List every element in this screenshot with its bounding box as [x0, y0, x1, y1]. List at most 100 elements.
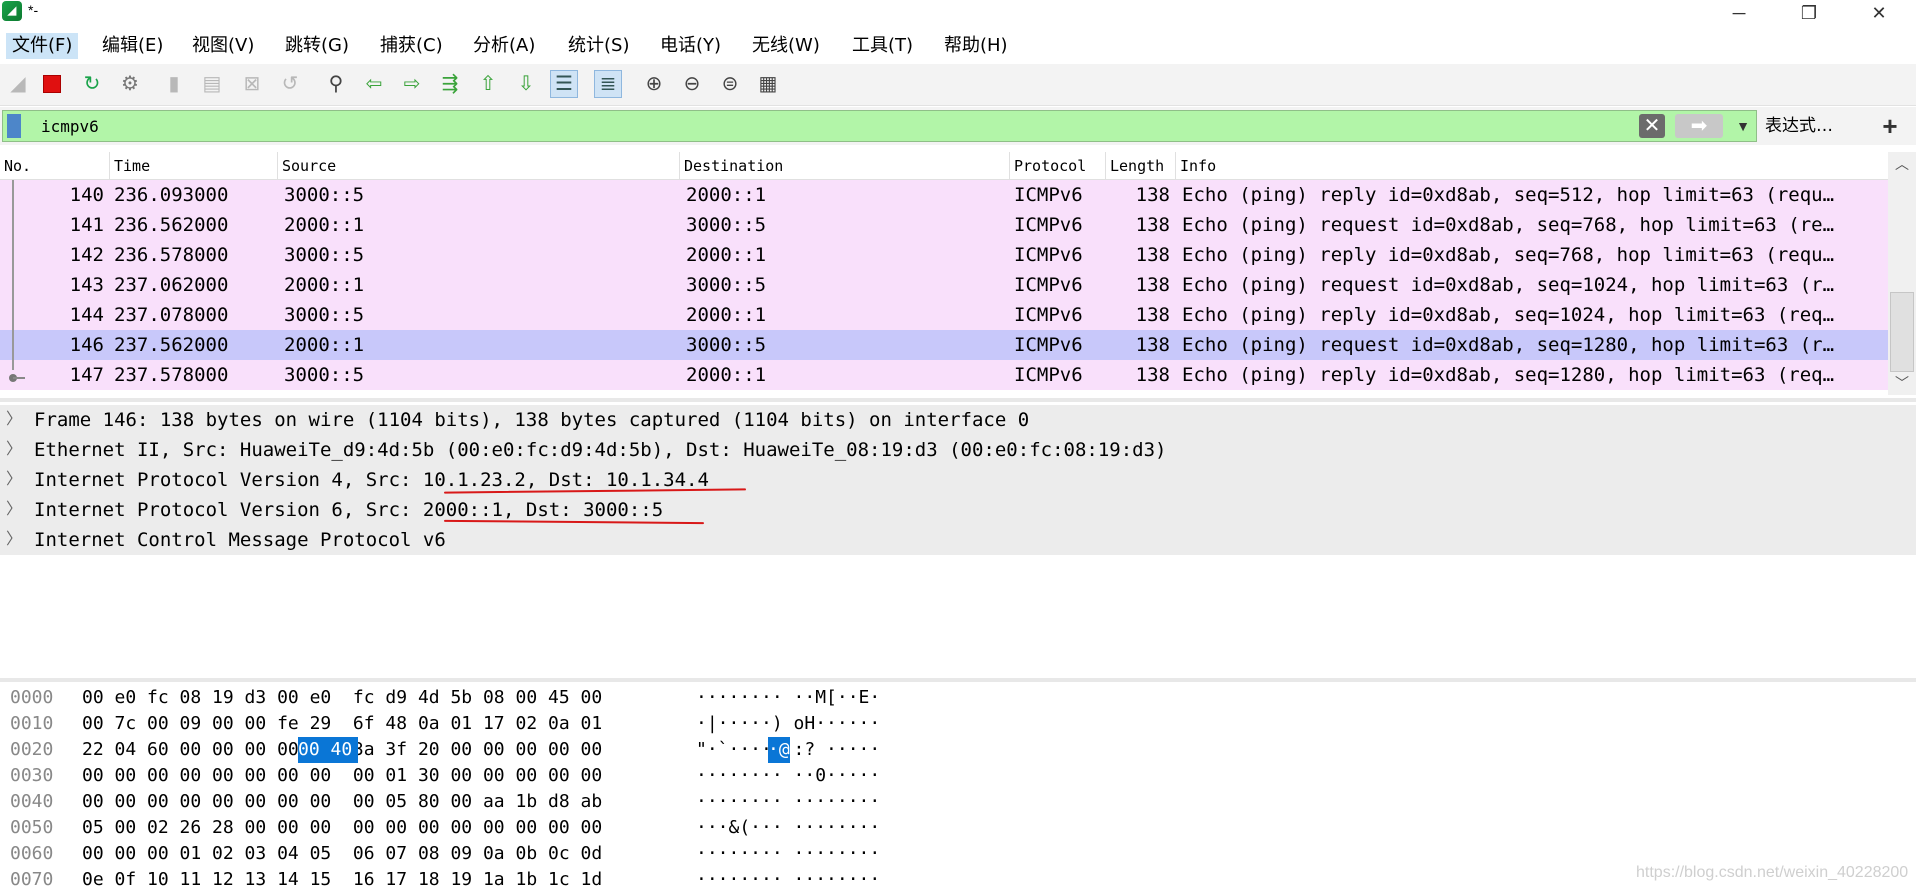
zoom-normal-icon[interactable]: ⊜ [716, 70, 744, 98]
menu-tools[interactable]: 工具(T) [846, 33, 919, 59]
open-file-icon[interactable]: ▮ [160, 70, 188, 98]
go-first-icon[interactable]: ⇧ [474, 70, 502, 98]
hex-offset: 0000 [10, 687, 54, 708]
expand-chevron-icon[interactable]: 〉 [6, 465, 22, 495]
hex-row[interactable]: 0000 00 e0 fc 08 19 d3 00 e0 fc d9 4d 5b… [0, 685, 1916, 711]
menu-statistics[interactable]: 统计(S) [562, 33, 635, 59]
hex-bytes: 05 00 02 26 28 00 00 00 00 00 00 00 00 0… [82, 817, 603, 838]
detail-row-frame[interactable]: 〉 Frame 146: 138 bytes on wire (1104 bit… [0, 405, 1916, 435]
restart-capture-icon[interactable]: ↻ [78, 70, 106, 98]
hex-offset: 0070 [10, 869, 54, 890]
hex-row[interactable]: 0040 00 00 00 00 00 00 00 00 00 05 80 00… [0, 789, 1916, 815]
hex-row[interactable]: 0070 0e 0f 10 11 12 13 14 15 16 17 18 19… [0, 867, 1916, 893]
hex-row[interactable]: 0060 00 00 00 01 02 03 04 05 06 07 08 09… [0, 841, 1916, 867]
detail-row-ipv4[interactable]: 〉 Internet Protocol Version 4, Src: 10.1… [0, 465, 1916, 495]
hex-ascii: ········ ········ [696, 869, 881, 890]
column-header-protocol[interactable]: Protocol [1010, 152, 1106, 180]
column-header-destination[interactable]: Destination [680, 152, 1010, 180]
close-icon[interactable]: ✕ [1856, 0, 1902, 28]
packet-row[interactable]: 142 236.578000 3000::5 2000::1 ICMPv6 13… [0, 240, 1888, 270]
packet-row[interactable]: 141 236.562000 2000::1 3000::5 ICMPv6 13… [0, 210, 1888, 240]
menu-go[interactable]: 跳转(G) [279, 33, 355, 59]
display-filter-input[interactable] [41, 111, 1631, 141]
packet-row-selected[interactable]: 146 237.562000 2000::1 3000::5 ICMPv6 13… [0, 330, 1888, 360]
packet-length: 138 [1135, 184, 1170, 206]
pane-splitter[interactable] [0, 398, 1916, 402]
hex-row[interactable]: 0020 22 04 60 00 00 00 00 40 3a 3f 20 00… [0, 737, 1916, 763]
column-header-source[interactable]: Source [278, 152, 680, 180]
clear-filter-icon[interactable]: ✕ [1639, 114, 1665, 138]
packet-row[interactable]: 143 237.062000 2000::1 3000::5 ICMPv6 13… [0, 270, 1888, 300]
packet-row[interactable]: 140 236.093000 3000::5 2000::1 ICMPv6 13… [0, 180, 1888, 210]
hex-row[interactable]: 0010 00 7c 00 09 00 00 fe 29 6f 48 0a 01… [0, 711, 1916, 737]
detail-row-ethernet[interactable]: 〉 Ethernet II, Src: HuaweiTe_d9:4d:5b (0… [0, 435, 1916, 465]
detail-row-ipv6[interactable]: 〉 Internet Protocol Version 6, Src: 2000… [0, 495, 1916, 525]
packet-row[interactable]: 144 237.078000 3000::5 2000::1 ICMPv6 13… [0, 300, 1888, 330]
scroll-up-icon[interactable]: ︿ [1888, 152, 1916, 176]
filter-history-dropdown-icon[interactable]: ▼ [1733, 114, 1753, 138]
menu-wireless[interactable]: 无线(W) [746, 33, 826, 59]
packet-row[interactable]: 147 237.578000 3000::5 2000::1 ICMPv6 13… [0, 360, 1888, 390]
zoom-in-icon[interactable]: ⊕ [640, 70, 668, 98]
packet-list-scrollbar[interactable]: ︿ ﹀ [1888, 152, 1916, 395]
restore-icon[interactable]: ❐ [1786, 0, 1832, 28]
packet-time: 237.078000 [114, 304, 229, 326]
minimize-icon[interactable]: ─ [1716, 0, 1762, 28]
wireshark-app-icon: ◢ [2, 1, 22, 21]
go-last-icon[interactable]: ⇩ [512, 70, 540, 98]
apply-filter-icon[interactable]: ➡ [1675, 114, 1723, 138]
add-filter-button[interactable]: + [1874, 111, 1906, 141]
expand-chevron-icon[interactable]: 〉 [6, 405, 22, 435]
bookmark-icon[interactable] [7, 114, 21, 138]
colorize-icon[interactable]: ≣ [594, 70, 622, 98]
column-header-time[interactable]: Time [110, 152, 278, 180]
hex-offset: 0060 [10, 843, 54, 864]
go-to-packet-icon[interactable]: ⇶ [436, 70, 464, 98]
menu-telephony[interactable]: 电话(Y) [654, 33, 727, 59]
pane-splitter[interactable] [0, 678, 1916, 682]
packet-info: Echo (ping) reply id=0xd8ab, seq=1280, h… [1182, 364, 1835, 386]
expression-button[interactable]: 表达式… [1765, 112, 1833, 140]
packet-time: 237.562000 [114, 334, 229, 356]
column-header-length[interactable]: Length [1106, 152, 1176, 180]
expand-chevron-icon[interactable]: 〉 [6, 525, 22, 555]
expand-chevron-icon[interactable]: 〉 [6, 435, 22, 465]
column-header-info[interactable]: Info [1176, 152, 1888, 180]
column-header-no[interactable]: No. [0, 152, 110, 180]
expand-chevron-icon[interactable]: 〉 [6, 495, 22, 525]
menu-file[interactable]: 文件(F) [6, 33, 79, 59]
scroll-thumb[interactable] [1890, 292, 1914, 372]
packet-source: 2000::1 [284, 214, 365, 236]
hex-row[interactable]: 0030 00 00 00 00 00 00 00 00 00 01 30 00… [0, 763, 1916, 789]
menu-bar: 文件(F) 编辑(E) 视图(V) 跳转(G) 捕获(C) 分析(A) 统计(S… [0, 28, 1916, 64]
go-back-icon[interactable]: ⇦ [360, 70, 388, 98]
capture-options-icon[interactable]: ⚙ [116, 70, 144, 98]
go-forward-icon[interactable]: ⇨ [398, 70, 426, 98]
menu-edit[interactable]: 编辑(E) [96, 33, 169, 59]
find-packet-icon[interactable]: ⚲ [322, 70, 350, 98]
detail-row-icmpv6[interactable]: 〉 Internet Control Message Protocol v6 [0, 525, 1916, 555]
scroll-down-icon[interactable]: ﹀ [1888, 371, 1916, 395]
packet-no: 142 [69, 244, 104, 266]
packet-source: 2000::1 [284, 274, 365, 296]
packet-destination: 2000::1 [686, 184, 767, 206]
packet-destination: 3000::5 [686, 334, 767, 356]
save-file-icon[interactable]: ▤ [198, 70, 226, 98]
shark-fin-start-icon[interactable]: ◢ [4, 70, 32, 98]
hex-row[interactable]: 0050 05 00 02 26 28 00 00 00 00 00 00 00… [0, 815, 1916, 841]
menu-analyze[interactable]: 分析(A) [467, 33, 541, 59]
packet-info: Echo (ping) reply id=0xd8ab, seq=1024, h… [1182, 304, 1835, 326]
stop-capture-icon[interactable] [38, 70, 66, 98]
menu-view[interactable]: 视图(V) [186, 33, 260, 59]
menu-capture[interactable]: 捕获(C) [374, 33, 449, 59]
packet-info: Echo (ping) reply id=0xd8ab, seq=768, ho… [1182, 244, 1835, 266]
hex-bytes: 00 e0 fc 08 19 d3 00 e0 fc d9 4d 5b 08 0… [82, 687, 603, 708]
packet-destination: 3000::5 [686, 274, 767, 296]
packet-protocol: ICMPv6 [1014, 184, 1083, 206]
close-file-icon[interactable]: ⊠ [238, 70, 266, 98]
zoom-out-icon[interactable]: ⊖ [678, 70, 706, 98]
resize-columns-icon[interactable]: ▦ [754, 70, 782, 98]
reload-file-icon[interactable]: ↺ [276, 70, 304, 98]
autoscroll-icon[interactable]: ☰ [550, 70, 578, 98]
menu-help[interactable]: 帮助(H) [938, 33, 1014, 59]
